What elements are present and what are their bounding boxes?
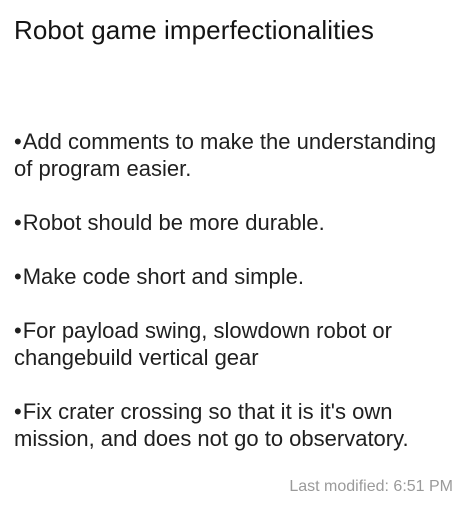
last-modified-label: Last modified: 6:51 PM [289, 478, 453, 495]
list-item-text: For payload swing, slowdown robot or cha… [14, 318, 392, 370]
list-item-text: Add comments to make the understanding o… [14, 129, 437, 181]
note-view: Robot game imperfectionalities •Add comm… [0, 0, 467, 512]
list-item: •Make code short and simple. [14, 263, 454, 290]
bullet-icon: • [14, 210, 22, 235]
list-item-text: Fix crater crossing so that it is it's o… [14, 399, 409, 451]
list-item: •For payload swing, slowdown robot or ch… [14, 317, 454, 371]
list-item-text: Robot should be more durable. [22, 210, 325, 235]
note-title[interactable]: Robot game imperfectionalities [14, 15, 374, 46]
list-item: •Add comments to make the understanding … [14, 128, 454, 182]
bullet-icon: • [14, 318, 22, 343]
bullet-icon: • [14, 399, 22, 424]
list-item: •Robot should be more durable. [14, 209, 454, 236]
list-item-text: Make code short and simple. [22, 264, 304, 289]
bullet-icon: • [14, 129, 22, 154]
bullet-icon: • [14, 264, 22, 289]
note-body[interactable]: •Add comments to make the understanding … [14, 128, 454, 479]
list-item: •Fix crater crossing so that it is it's … [14, 398, 454, 452]
